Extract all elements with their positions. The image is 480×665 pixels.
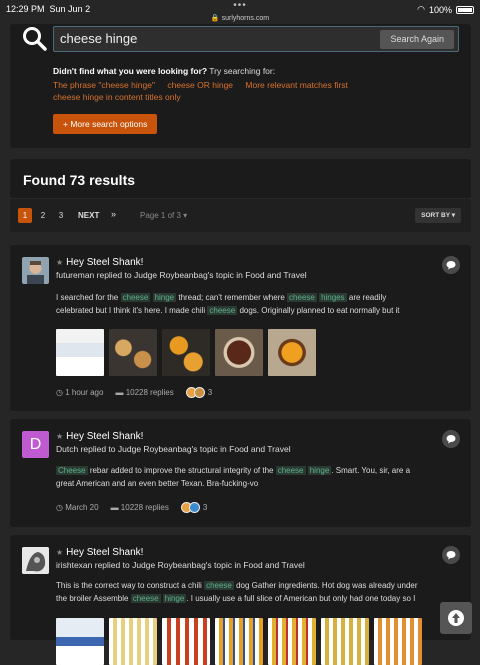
- result-time[interactable]: ◷ 1 hour ago: [56, 388, 103, 397]
- result-snippet: This is the correct way to construct a c…: [56, 580, 456, 605]
- arrow-up-icon: [440, 602, 472, 634]
- image-thumbnail[interactable]: [268, 329, 316, 376]
- reactions[interactable]: 3: [186, 387, 212, 398]
- suggestion-links: The phrase "cheese hinge" cheese OR hing…: [53, 79, 453, 103]
- page-jump-dropdown[interactable]: Page 1 of 3 ▾: [140, 208, 187, 223]
- search-again-button[interactable]: Search Again: [380, 30, 454, 49]
- comment-icon[interactable]: [442, 546, 460, 564]
- result-meta: ◷ March 20 ▬ 10228 replies 3: [56, 502, 207, 513]
- result-meta: ◷ 1 hour ago ▬ 10228 replies 3: [56, 387, 212, 398]
- suggestion-lead: Didn't find what you were looking for? T…: [53, 66, 275, 76]
- star-icon: ★: [56, 548, 63, 557]
- search-box: Search Again: [53, 26, 459, 52]
- sort-by-button[interactable]: SORT BY ▾: [415, 208, 461, 223]
- result-replies: ▬ 10228 replies: [111, 503, 169, 512]
- search-input[interactable]: [54, 27, 374, 50]
- image-thumbnails: [56, 329, 316, 376]
- avatar[interactable]: [22, 547, 49, 574]
- scroll-to-top-button[interactable]: [440, 602, 472, 634]
- status-right: ◠ 100%: [417, 4, 474, 15]
- last-page-button[interactable]: »: [111, 207, 116, 222]
- suggestion-link[interactable]: The phrase "cheese hinge": [53, 80, 155, 90]
- avatar[interactable]: [22, 257, 49, 284]
- result-replies: ▬ 10228 replies: [115, 388, 173, 397]
- result-title[interactable]: ★Hey Steel Shank!: [56, 257, 143, 268]
- page-3[interactable]: 3: [54, 208, 68, 223]
- more-dots-icon[interactable]: •••: [0, 0, 480, 11]
- url-bar[interactable]: 🔒 surlyhorns.com: [0, 14, 480, 22]
- pagination: 1 2 3 NEXT » Page 1 of 3 ▾ SORT BY ▾: [10, 199, 471, 232]
- comment-icon[interactable]: [442, 430, 460, 448]
- reaction-icon: [194, 387, 205, 398]
- page-1[interactable]: 1: [18, 208, 32, 223]
- avatar[interactable]: D: [22, 431, 49, 458]
- result-subtitle: futureman replied to Judge Roybeanbag's …: [56, 270, 307, 280]
- reactions[interactable]: 3: [181, 502, 207, 513]
- status-bar: 12:29 PM Sun Jun 2 ••• 🔒 surlyhorns.com …: [0, 0, 480, 24]
- suggestion-link[interactable]: More relevant matches first: [245, 80, 348, 90]
- image-thumbnail[interactable]: [56, 329, 104, 376]
- image-thumbnail[interactable]: [56, 618, 104, 665]
- result-time[interactable]: ◷ March 20: [56, 503, 99, 512]
- image-thumbnail[interactable]: [109, 329, 157, 376]
- search-panel: Search Again Didn't find what you were l…: [10, 24, 471, 148]
- image-thumbnail[interactable]: [215, 618, 263, 665]
- image-thumbnail[interactable]: [162, 618, 210, 665]
- image-thumbnails: [56, 618, 422, 665]
- results-header: Found 73 results: [10, 159, 471, 198]
- image-thumbnail[interactable]: [215, 329, 263, 376]
- more-search-options-button[interactable]: + More search options: [53, 114, 157, 134]
- page-2[interactable]: 2: [36, 208, 50, 223]
- result-title[interactable]: ★Hey Steel Shank!: [56, 431, 143, 442]
- search-icon: [22, 26, 48, 52]
- plus-icon: +: [63, 119, 68, 129]
- battery-icon: [456, 6, 474, 14]
- image-thumbnail[interactable]: [268, 618, 316, 665]
- wifi-icon: ◠: [417, 4, 425, 15]
- star-icon: ★: [56, 432, 63, 441]
- result-subtitle: irishtexan replied to Judge Roybeanbag's…: [56, 560, 305, 570]
- next-page-button[interactable]: NEXT: [78, 208, 99, 223]
- image-thumbnail[interactable]: [321, 618, 369, 665]
- result-snippet: Cheese rebar added to improve the struct…: [56, 465, 451, 490]
- suggestion-link[interactable]: cheese hinge in content titles only: [53, 92, 181, 102]
- result-title[interactable]: ★Hey Steel Shank!: [56, 547, 143, 558]
- image-thumbnail[interactable]: [162, 329, 210, 376]
- reaction-icon: [189, 502, 200, 513]
- result-subtitle: Dutch replied to Judge Roybeanbag's topi…: [56, 444, 291, 454]
- search-result: ★Hey Steel Shank! futureman replied to J…: [10, 245, 471, 411]
- image-thumbnail[interactable]: [374, 618, 422, 665]
- image-thumbnail[interactable]: [109, 618, 157, 665]
- search-result: D ★Hey Steel Shank! Dutch replied to Jud…: [10, 419, 471, 527]
- star-icon: ★: [56, 258, 63, 267]
- results-count: Found 73 results: [23, 172, 135, 188]
- suggestion-link[interactable]: cheese OR hinge: [167, 80, 233, 90]
- battery-percent: 100%: [429, 5, 452, 15]
- comment-icon[interactable]: [442, 256, 460, 274]
- search-result: ★Hey Steel Shank! irishtexan replied to …: [10, 535, 471, 640]
- result-snippet: I searched for the cheese hinge thread; …: [56, 292, 451, 317]
